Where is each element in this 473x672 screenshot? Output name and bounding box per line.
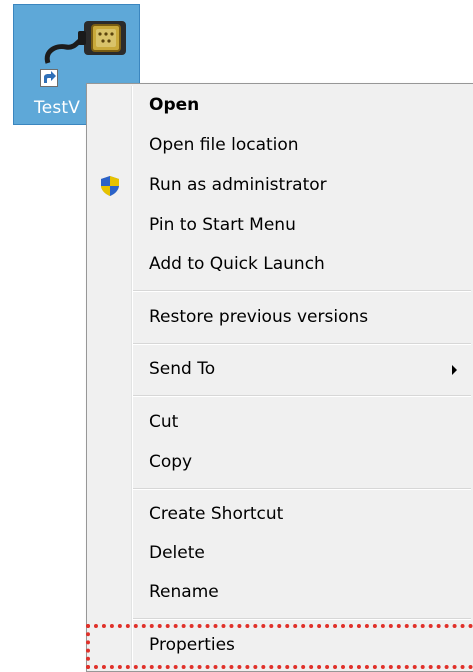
serial-cable-connector-icon: [44, 21, 126, 64]
menu-item-send-to[interactable]: Send To: [89, 352, 473, 388]
menu-item-open[interactable]: Open: [89, 88, 473, 124]
submenu-arrow-icon: [452, 365, 457, 375]
menu-item-label: Create Shortcut: [149, 504, 284, 524]
menu-item-label: Properties: [149, 635, 235, 655]
menu-separator: [133, 618, 471, 620]
uac-shield-icon: [101, 176, 119, 196]
menu-separator: [133, 395, 471, 397]
menu-item-open-file-location[interactable]: Open file location: [89, 128, 473, 164]
menu-item-label: Open: [149, 95, 200, 115]
menu-item-add-to-quick-launch[interactable]: Add to Quick Launch: [89, 247, 473, 283]
menu-item-label: Copy: [149, 452, 193, 472]
context-menu: Open Open file location Run as administr…: [86, 83, 473, 672]
menu-item-label: Cut: [149, 412, 179, 432]
menu-item-pin-to-start-menu[interactable]: Pin to Start Menu: [89, 208, 473, 244]
menu-item-run-as-administrator[interactable]: Run as administrator: [89, 168, 473, 204]
menu-item-copy[interactable]: Copy: [89, 445, 473, 481]
menu-item-label: Add to Quick Launch: [149, 254, 325, 274]
menu-item-label: Rename: [149, 582, 219, 602]
desktop: TestV Open Open file location Run as adm…: [0, 0, 473, 672]
shortcut-arrow-icon: [40, 69, 58, 87]
menu-item-properties[interactable]: Properties: [89, 628, 473, 664]
menu-item-label: Open file location: [149, 135, 299, 155]
menu-item-label: Pin to Start Menu: [149, 215, 296, 235]
menu-separator: [133, 488, 471, 490]
menu-item-rename[interactable]: Rename: [89, 575, 473, 611]
menu-item-label: Send To: [149, 359, 216, 379]
desktop-shortcut-label: TestV: [34, 98, 81, 118]
menu-item-cut[interactable]: Cut: [89, 405, 473, 441]
menu-item-label: Run as administrator: [149, 175, 327, 195]
menu-item-delete[interactable]: Delete: [89, 536, 473, 572]
menu-item-create-shortcut[interactable]: Create Shortcut: [89, 497, 473, 533]
menu-item-label: Delete: [149, 543, 205, 563]
menu-item-label: Restore previous versions: [149, 307, 369, 327]
menu-separator: [133, 290, 471, 292]
menu-item-restore-previous-versions[interactable]: Restore previous versions: [89, 300, 473, 336]
menu-separator: [133, 343, 471, 345]
